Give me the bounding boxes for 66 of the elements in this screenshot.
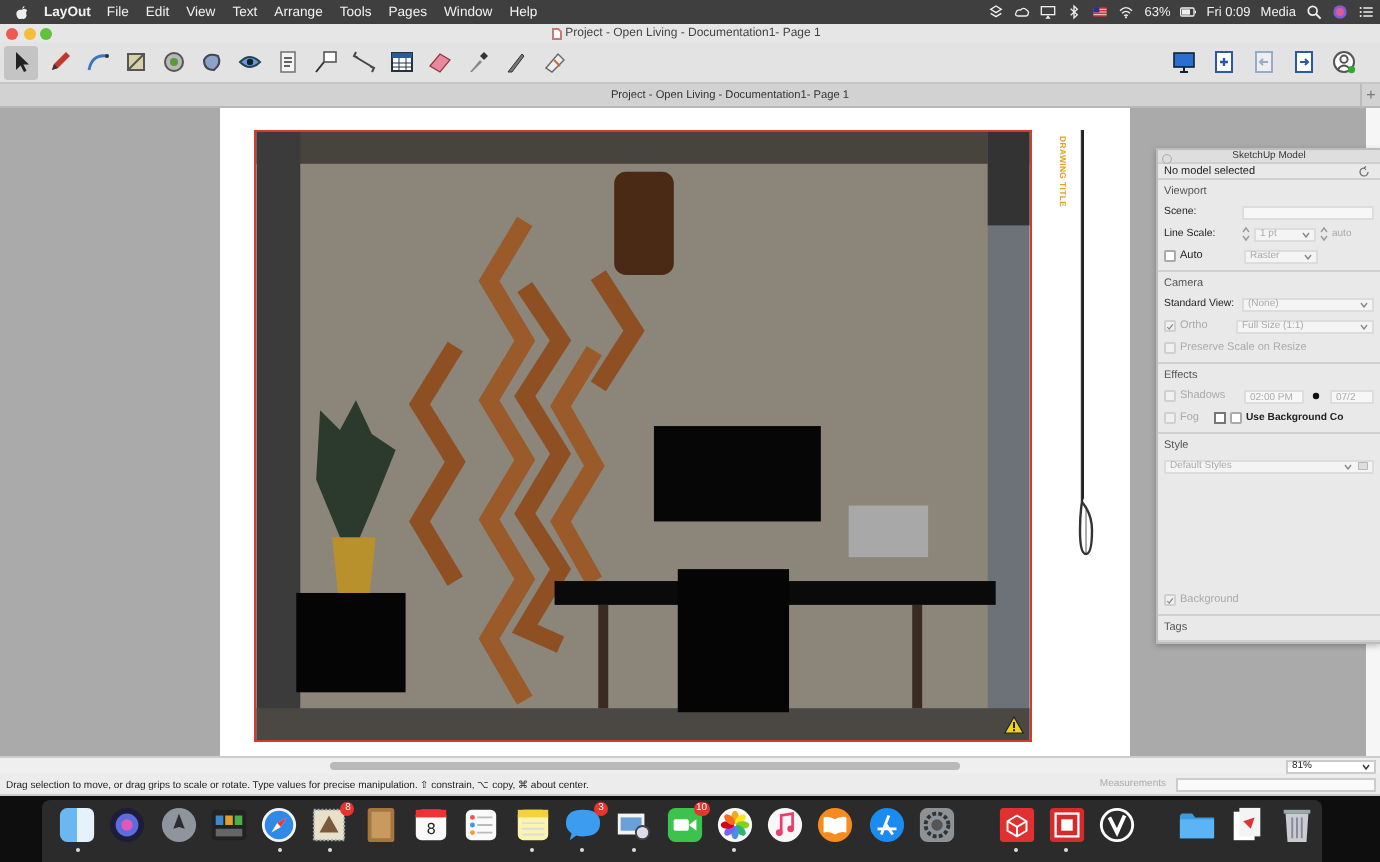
table-icon [389,50,413,74]
close-button[interactable] [6,27,18,39]
knife-icon [503,50,527,74]
checkbox[interactable] [1164,250,1176,262]
measurements-field[interactable] [1176,777,1376,791]
checkbox[interactable] [1230,412,1242,424]
split-square-icon[interactable] [58,806,96,844]
gear-icon[interactable] [918,806,957,844]
search-icon[interactable] [1306,4,1322,20]
cube-icon[interactable] [997,806,1036,844]
account-icon [1331,50,1355,74]
eyedropper-icon [465,50,489,74]
video-camera-icon[interactable] [665,806,704,844]
arc-icon [85,50,109,74]
text-icon [275,50,299,74]
window-grid-icon[interactable] [209,806,248,844]
circle-icon [161,50,185,74]
color-well[interactable] [1214,412,1226,424]
notepad-icon[interactable] [513,806,552,844]
dot-icon [1312,392,1320,400]
checklist-icon[interactable] [462,806,501,844]
wifi-icon[interactable] [1118,4,1135,20]
add-page-icon [1211,50,1235,74]
music-note-icon[interactable] [766,806,805,844]
label-icon [313,50,337,74]
caret-icon [1360,323,1368,329]
pencil-icon [47,50,71,74]
box-icon[interactable] [988,4,1005,20]
compass-icon[interactable] [260,806,299,844]
eraser-icon [427,50,451,74]
tool-button[interactable] [4,45,38,79]
dimension-icon [351,50,375,74]
caret-icon [1344,463,1352,469]
warning-icon[interactable] [1004,716,1024,734]
apple-icon[interactable] [14,3,30,21]
orb-icon[interactable] [1332,4,1348,20]
bluetooth-icon[interactable] [1066,4,1083,20]
next-page-icon [1291,50,1315,74]
nested-squares-icon[interactable] [1047,806,1086,844]
orb-icon[interactable] [108,806,147,844]
speech-bubble-icon[interactable] [563,806,602,844]
eye-icon [237,50,261,74]
scene-field[interactable] [1242,205,1374,219]
rocket-icon[interactable] [159,806,198,844]
caret-icon [1302,231,1310,237]
calendar-icon[interactable] [412,806,451,844]
display-icon[interactable] [1040,4,1057,20]
caret-icon [1362,763,1370,769]
calendar-day: 8 [424,820,439,838]
open-book-icon[interactable] [816,806,855,844]
battery-icon[interactable] [1180,4,1197,20]
caret-icon [1360,301,1368,307]
flag-icon[interactable] [1092,4,1109,20]
v-circle-icon[interactable] [1098,806,1137,844]
monitor-icon [1171,50,1195,74]
caret-icon [1304,253,1312,259]
previous-page-icon [1251,50,1275,74]
stamp-icon[interactable] [310,806,349,844]
cloud-icon[interactable] [1014,4,1031,20]
crossed-strokes-icon[interactable] [867,806,906,844]
refresh-icon[interactable] [1358,165,1370,177]
list-icon[interactable] [1358,4,1374,20]
blob-icon [199,50,223,74]
flower-icon[interactable] [715,806,754,844]
document-icon [551,27,562,39]
scroll-thumb[interactable] [330,762,960,770]
